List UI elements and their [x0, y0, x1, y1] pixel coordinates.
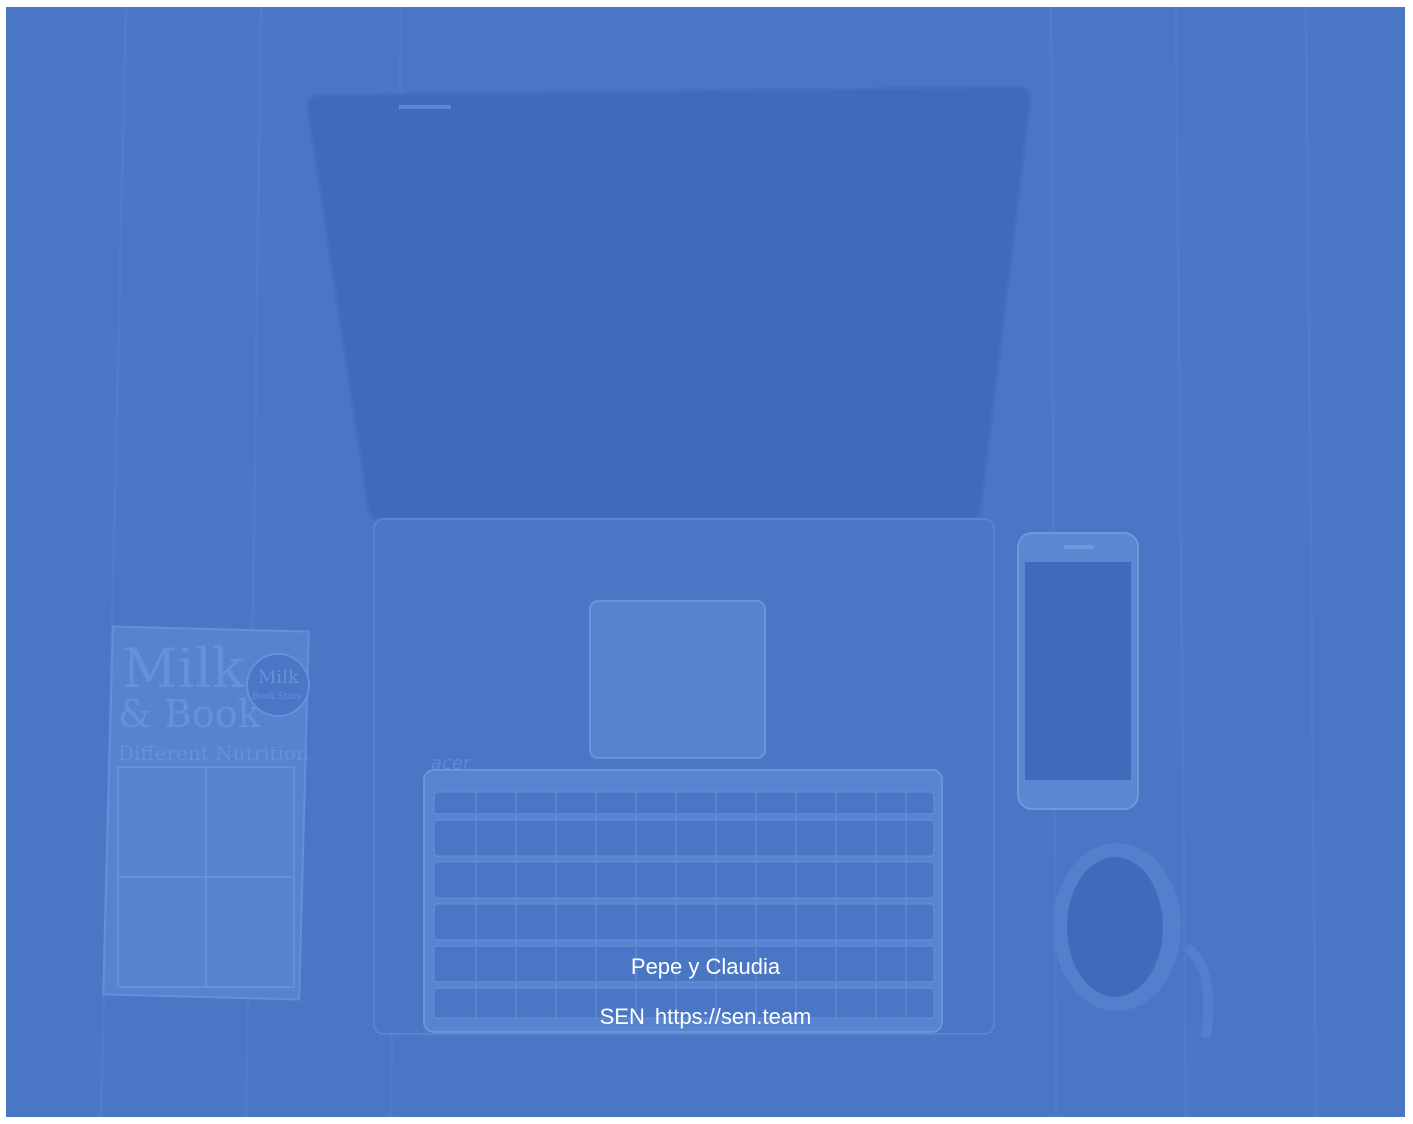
background-photo: acer Milk & Book Different Nutrition Mil…: [6, 7, 1405, 1117]
phone-icon: [1017, 532, 1139, 810]
laptop-icon: acer: [306, 85, 1032, 1035]
svg-text:acer: acer: [431, 753, 472, 774]
url-text: https://sen.team: [654, 1004, 812, 1029]
caption-names: Pepe y Claudia: [6, 953, 1405, 981]
caption-org-url: SEN https://sen.team: [6, 1003, 1405, 1031]
book-icon: Milk & Book Different Nutrition Milk Boo…: [102, 625, 310, 1001]
svg-text:& Book: & Book: [118, 692, 262, 736]
cover-frame: acer Milk & Book Different Nutrition Mil…: [6, 7, 1405, 1117]
org-text: SEN: [599, 1004, 645, 1029]
svg-text:Milk: Milk: [258, 667, 300, 688]
names-text: Pepe y Claudia: [630, 954, 781, 979]
svg-text:Milk: Milk: [122, 637, 246, 700]
svg-text:Book Store: Book Store: [252, 692, 303, 702]
svg-text:Different Nutrition: Different Nutrition: [118, 741, 309, 765]
